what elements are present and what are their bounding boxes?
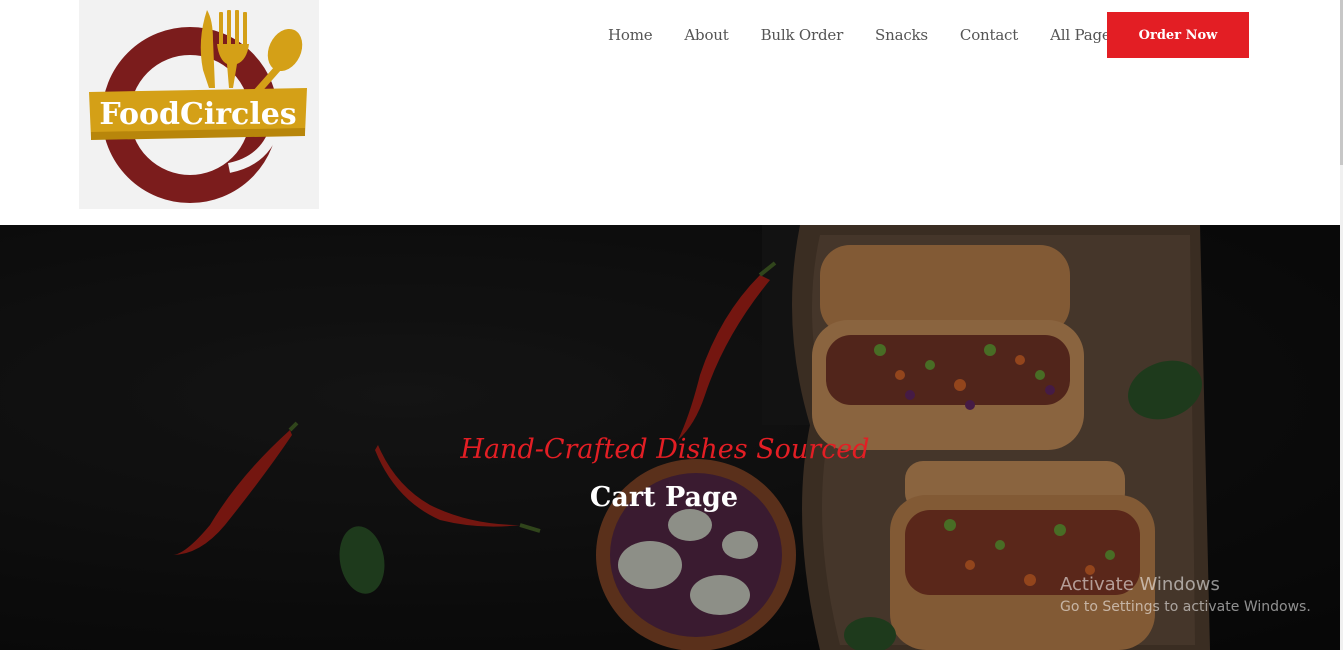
hero-tagline: Hand-Crafted Dishes Sourced (460, 434, 870, 465)
nav-bulk-order[interactable]: Bulk Order (761, 26, 844, 44)
nav-contact[interactable]: Contact (960, 26, 1018, 44)
foodcircles-logo-icon: FoodCircles (89, 10, 307, 203)
order-now-button[interactable]: Order Now (1107, 12, 1249, 58)
site-logo[interactable]: FoodCircles (79, 0, 319, 209)
nav-snacks[interactable]: Snacks (875, 26, 928, 44)
logo-wordmark: FoodCircles (99, 97, 296, 132)
hero-banner: Hand-Crafted Dishes Sourced Cart Page Ac… (0, 225, 1340, 650)
page-title: Cart Page (589, 482, 739, 513)
nav-home[interactable]: Home (608, 26, 653, 44)
site-header: FoodCircles Home About Bulk Order Snacks… (0, 0, 1343, 225)
nav-about[interactable]: About (684, 26, 728, 44)
windows-activation-watermark: Activate Windows Go to Settings to activ… (1060, 574, 1311, 615)
main-nav: Home About Bulk Order Snacks Contact All… (592, 25, 1134, 45)
watermark-title: Activate Windows (1060, 574, 1220, 595)
watermark-subtitle: Go to Settings to activate Windows. (1060, 599, 1311, 615)
